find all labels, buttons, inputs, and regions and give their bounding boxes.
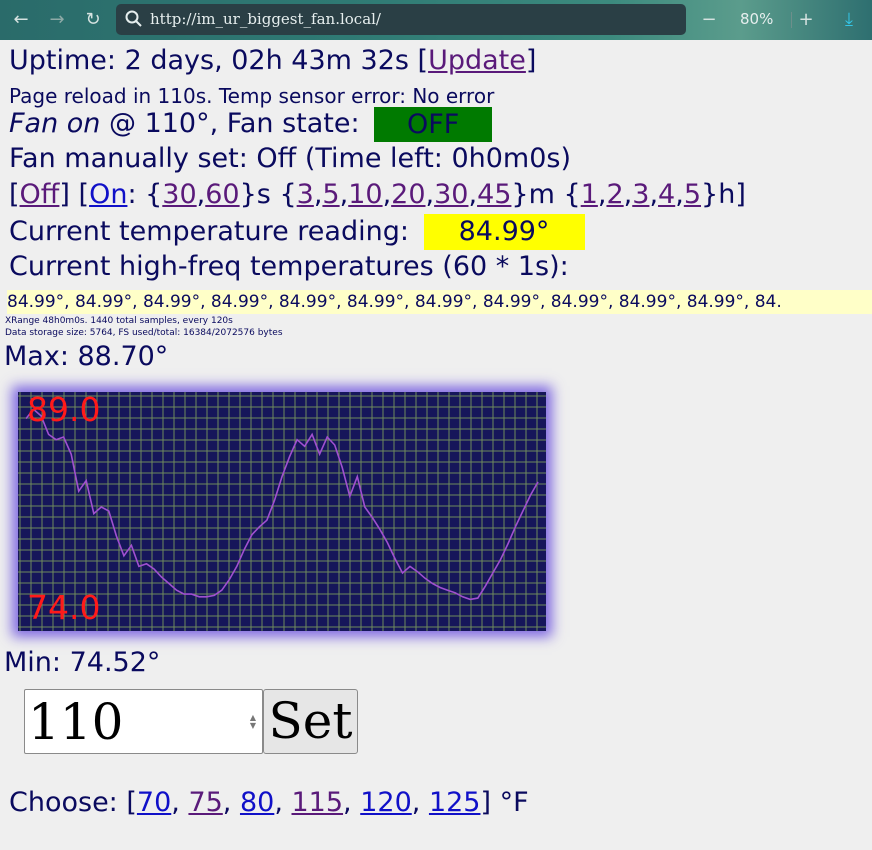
on-4h-link[interactable]: 4 (658, 179, 675, 210)
address-bar[interactable]: http://im_ur_biggest_fan.local/ (116, 4, 686, 35)
update-link[interactable]: Update (428, 45, 526, 76)
temperature-chart: 89.0 74.0 (18, 390, 546, 631)
on-20m-link[interactable]: 20 (391, 179, 425, 210)
choose-70-link[interactable]: 70 (137, 787, 171, 818)
url-text: http://im_ur_biggest_fan.local/ (150, 10, 381, 28)
on-45m-link[interactable]: 45 (477, 179, 511, 210)
on-10m-link[interactable]: 10 (348, 179, 382, 210)
status-line: Page reload in 110s. Temp sensor error: … (9, 84, 495, 108)
fan-threshold-text: @ 110°, Fan state: (100, 108, 369, 139)
seconds-unit: s (256, 179, 271, 210)
hf-label: Current high-freq temperatures (60 * 1s)… (9, 251, 569, 282)
storage-text: Data storage size: 5764, FS used/total: … (5, 328, 283, 338)
back-icon[interactable]: ← (8, 8, 34, 32)
choose-80-link[interactable]: 80 (240, 787, 274, 818)
toolbar-divider (791, 12, 792, 28)
search-icon (125, 10, 142, 27)
on-3m-link[interactable]: 3 (297, 179, 314, 210)
on-3h-link[interactable]: 3 (632, 179, 649, 210)
minutes-unit: m (528, 179, 555, 210)
browser-toolbar: ← → ↻ http://im_ur_biggest_fan.local/ − … (0, 0, 872, 40)
choose-125-link[interactable]: 125 (429, 787, 481, 818)
choose-120-link[interactable]: 120 (360, 787, 412, 818)
chart-min-label: 74.0 (27, 588, 101, 627)
choose-line: Choose: [70, 75, 80, 115, 120, 125] °F (9, 787, 529, 818)
xrange-text: XRange 48h0m0s. 1440 total samples, ever… (5, 316, 233, 326)
current-temp-line: Current temperature reading: 84.99° (9, 214, 585, 250)
on-5h-link[interactable]: 5 (684, 179, 701, 210)
current-temp-label: Current temperature reading: (9, 216, 418, 247)
setpoint-input[interactable] (28, 693, 228, 751)
download-icon[interactable]: ⤓ (836, 8, 862, 32)
hf-values: 84.99°, 84.99°, 84.99°, 84.99°, 84.99°, … (7, 290, 872, 314)
zoom-out-icon[interactable]: − (696, 8, 722, 32)
max-temp: Max: 88.70° (4, 341, 169, 372)
on-5m-link[interactable]: 5 (322, 179, 339, 210)
min-temp: Min: 74.52° (4, 647, 161, 678)
zoom-in-icon[interactable]: + (793, 8, 819, 32)
reload-icon[interactable]: ↻ (80, 8, 106, 32)
current-temp-value: 84.99° (423, 214, 585, 250)
chart-max-label: 89.0 (27, 390, 101, 429)
hours-unit: h (718, 179, 736, 210)
choose-115-link[interactable]: 115 (292, 787, 344, 818)
setpoint-field[interactable]: ▲▼ (24, 689, 263, 754)
uptime-text: Uptime: 2 days, 02h 43m 32s [ (9, 45, 429, 76)
zoom-level[interactable]: 80% (740, 10, 773, 28)
on-30m-link[interactable]: 30 (434, 179, 468, 210)
choose-unit: ] °F (480, 787, 529, 818)
on-link[interactable]: On (89, 179, 127, 210)
temperature-series-line (25, 408, 539, 601)
on-1h-link[interactable]: 1 (581, 179, 598, 210)
on-60s-link[interactable]: 60 (205, 179, 239, 210)
on-30s-link[interactable]: 30 (162, 179, 196, 210)
uptime-line: Uptime: 2 days, 02h 43m 32s [Update] (9, 45, 536, 76)
spinner-icon[interactable]: ▲ ▼ (248, 714, 258, 730)
control-links: [Off] [On: {30,60}s {3,5,10,20,30,45}m {… (9, 179, 746, 210)
fan-on-label: Fan on (9, 108, 101, 139)
choose-label: Choose: [ (9, 787, 137, 818)
manual-status: Fan manually set: Off (Time left: 0h0m0s… (9, 143, 572, 174)
set-button[interactable]: Set (263, 689, 358, 754)
off-link[interactable]: Off (20, 179, 60, 210)
forward-icon[interactable]: → (44, 8, 70, 32)
fan-on-line: Fan on @ 110°, Fan state: OFF (9, 107, 493, 142)
uptime-bracket: ] (525, 45, 537, 76)
choose-75-link[interactable]: 75 (188, 787, 222, 818)
fan-state-badge: OFF (374, 107, 493, 142)
on-2h-link[interactable]: 2 (606, 179, 623, 210)
